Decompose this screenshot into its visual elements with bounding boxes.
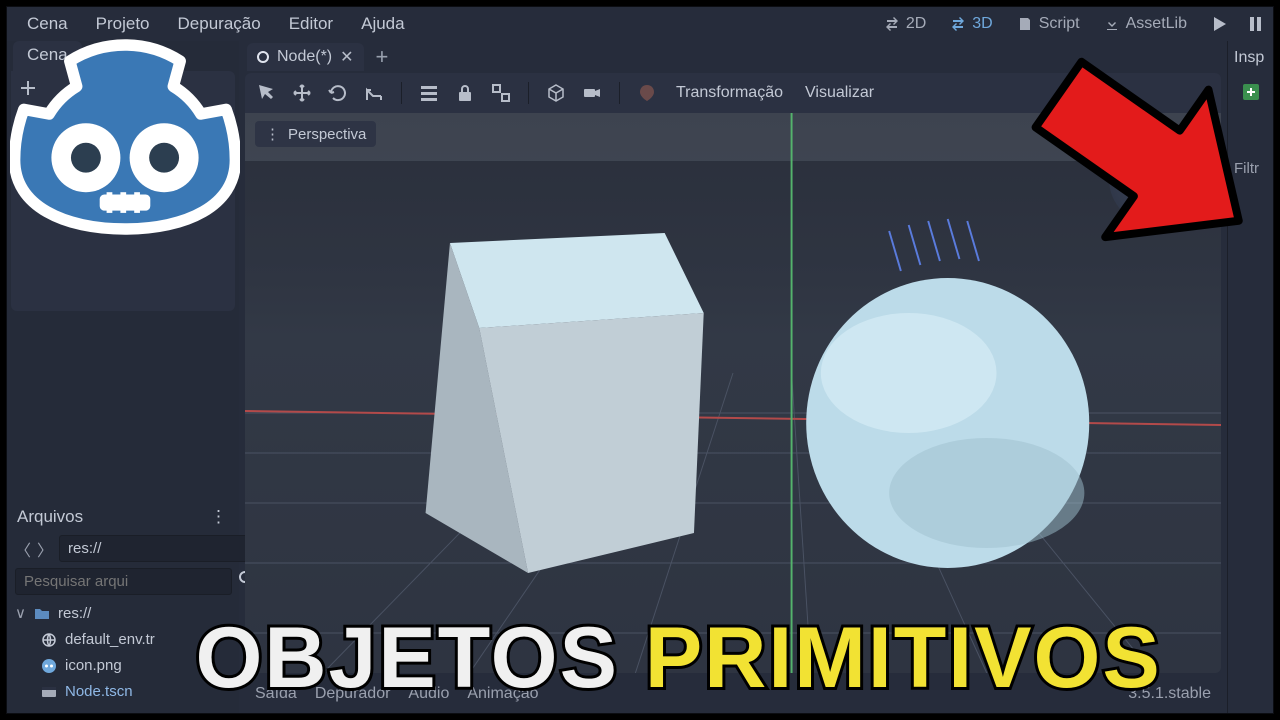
list-tool-icon[interactable] bbox=[418, 82, 440, 104]
pause-icon[interactable] bbox=[1245, 14, 1265, 34]
file-env-label: default_env.tr bbox=[65, 627, 155, 653]
filesystem-title: Arquivos bbox=[17, 507, 83, 527]
scene-icon bbox=[41, 684, 57, 700]
gpu-tool-icon[interactable] bbox=[636, 82, 658, 104]
file-search-input[interactable] bbox=[15, 568, 232, 595]
file-icon-label: icon.png bbox=[65, 653, 122, 679]
select-tool-icon[interactable] bbox=[255, 82, 277, 104]
folder-root-label: res:// bbox=[58, 601, 91, 627]
scene-tab-label: Node(*) bbox=[277, 48, 332, 66]
swap-icon bbox=[950, 16, 966, 32]
filesystem-menu-icon[interactable]: ⋮ bbox=[210, 507, 229, 527]
scene-tab-node[interactable]: Node(*) ✕ bbox=[247, 43, 364, 71]
perspective-badge[interactable]: Perspectiva bbox=[255, 121, 376, 147]
workspace-script-label: Script bbox=[1039, 15, 1080, 33]
scene-tabs: Node(*) ✕ + bbox=[239, 41, 1227, 73]
download-icon bbox=[1104, 16, 1120, 32]
camera-tool-icon[interactable] bbox=[581, 82, 603, 104]
workspace-3d[interactable]: 3D bbox=[944, 11, 998, 37]
inspector-add-icon[interactable] bbox=[1240, 81, 1262, 108]
cube-tool-icon[interactable] bbox=[545, 82, 567, 104]
add-scene-tab[interactable]: + bbox=[370, 44, 395, 70]
godot-logo-overlay bbox=[10, 22, 240, 252]
workspace-2d[interactable]: 2D bbox=[878, 11, 932, 37]
filter-label[interactable]: Filtr bbox=[1228, 154, 1273, 183]
play-icon[interactable] bbox=[1209, 14, 1229, 34]
3d-viewport[interactable]: Perspectiva bbox=[245, 113, 1221, 673]
scale-tool-icon[interactable] bbox=[363, 82, 385, 104]
node-ring-icon bbox=[257, 51, 269, 63]
transform-menu[interactable]: Transformação bbox=[672, 82, 787, 104]
workspace-tabs: 2D 3D Script AssetLib bbox=[878, 11, 1193, 37]
right-dock: Insp Filtr bbox=[1227, 41, 1273, 713]
perspective-menu-icon[interactable] bbox=[265, 125, 280, 143]
nav-back-icon[interactable]: 〈 bbox=[15, 538, 31, 560]
title-word-2: PRIMITIVOS bbox=[645, 610, 1162, 706]
workspace-assetlib-label: AssetLib bbox=[1126, 15, 1187, 33]
perspective-label: Perspectiva bbox=[288, 126, 366, 143]
nav-fwd-icon[interactable]: 〉 bbox=[37, 538, 53, 560]
inspector-tab[interactable]: Insp bbox=[1228, 41, 1273, 75]
group-tool-icon[interactable] bbox=[490, 82, 512, 104]
file-scene-label: Node.tscn bbox=[65, 679, 133, 705]
script-icon bbox=[1017, 16, 1033, 32]
orientation-gizmo[interactable] bbox=[1109, 133, 1201, 225]
workspace-2d-label: 2D bbox=[906, 15, 926, 33]
lock-tool-icon[interactable] bbox=[454, 82, 476, 104]
menu-help[interactable]: Ajuda bbox=[349, 10, 416, 38]
workspace-assetlib[interactable]: AssetLib bbox=[1098, 11, 1193, 37]
godot-icon bbox=[41, 658, 57, 674]
move-tool-icon[interactable] bbox=[291, 82, 313, 104]
swap-icon bbox=[884, 16, 900, 32]
folder-icon bbox=[34, 606, 50, 622]
viewport-canvas bbox=[245, 113, 1221, 673]
workspace-script[interactable]: Script bbox=[1011, 11, 1086, 37]
title-overlay: OBJETOS PRIMITIVOS bbox=[196, 609, 1162, 708]
workspace-3d-label: 3D bbox=[972, 15, 992, 33]
menu-editor[interactable]: Editor bbox=[277, 10, 345, 38]
viewport-toolbar: Transformação Visualizar bbox=[245, 73, 1221, 113]
close-tab-icon[interactable]: ✕ bbox=[340, 47, 353, 67]
run-controls bbox=[1209, 14, 1265, 34]
title-word-1: OBJETOS bbox=[196, 610, 619, 706]
env-icon bbox=[41, 632, 57, 648]
rotate-tool-icon[interactable] bbox=[327, 82, 349, 104]
view-menu[interactable]: Visualizar bbox=[801, 82, 878, 104]
